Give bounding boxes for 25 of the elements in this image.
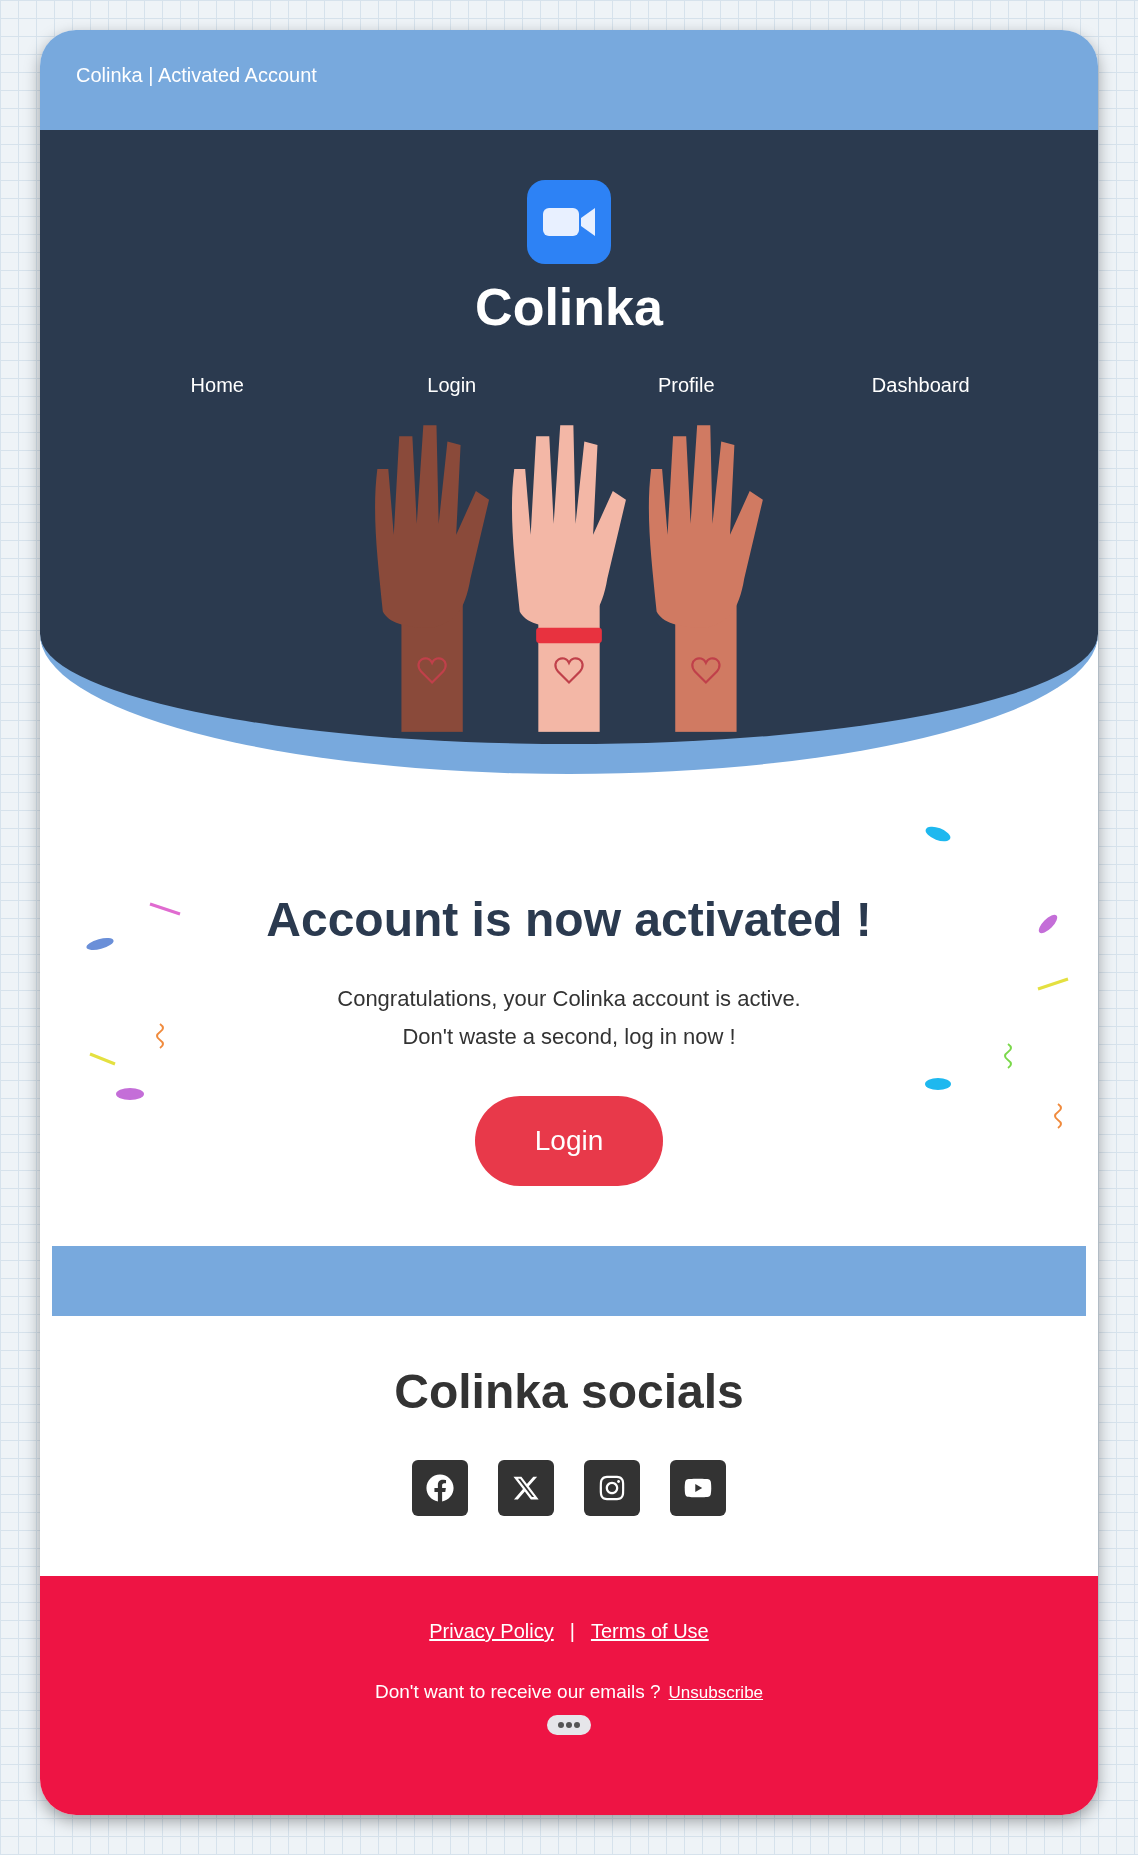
- brand-name: Colinka: [475, 277, 663, 338]
- x-logo-icon: [512, 1474, 540, 1502]
- socials-heading: Colinka socials: [394, 1364, 744, 1420]
- instagram-icon: [598, 1474, 626, 1502]
- video-camera-logo-icon: [527, 180, 611, 264]
- nav-link[interactable]: Dashboard: [871, 370, 970, 400]
- message-text: Don't waste a second, log in now !: [402, 1023, 736, 1051]
- unsubscribe-link[interactable]: Unsubscribe: [668, 1680, 764, 1706]
- more-dots-icon[interactable]: [547, 1714, 591, 1735]
- social-link[interactable]: [670, 1460, 726, 1516]
- footer-link[interactable]: Privacy Policy: [429, 1616, 554, 1646]
- facebook-icon: [426, 1474, 454, 1502]
- footer-link[interactable]: Terms of Use: [590, 1616, 709, 1646]
- nav-link[interactable]: Profile: [657, 370, 715, 400]
- social-link[interactable]: [498, 1460, 554, 1516]
- nav-link[interactable]: Login: [427, 370, 477, 400]
- social-link[interactable]: [412, 1460, 468, 1516]
- message-text: Congratulations, your Colinka account is active.: [337, 985, 801, 1013]
- email-subject: Colinka | Activated Account: [76, 64, 317, 86]
- social-link[interactable]: [584, 1460, 640, 1516]
- activation-heading: Account is now activated !: [266, 892, 872, 948]
- login-button[interactable]: Login: [475, 1096, 663, 1186]
- nav-link[interactable]: Home: [190, 370, 244, 400]
- unsubscribe-text: Don't want to receive our emails ?: [374, 1680, 661, 1704]
- link-separator: |: [569, 1619, 575, 1644]
